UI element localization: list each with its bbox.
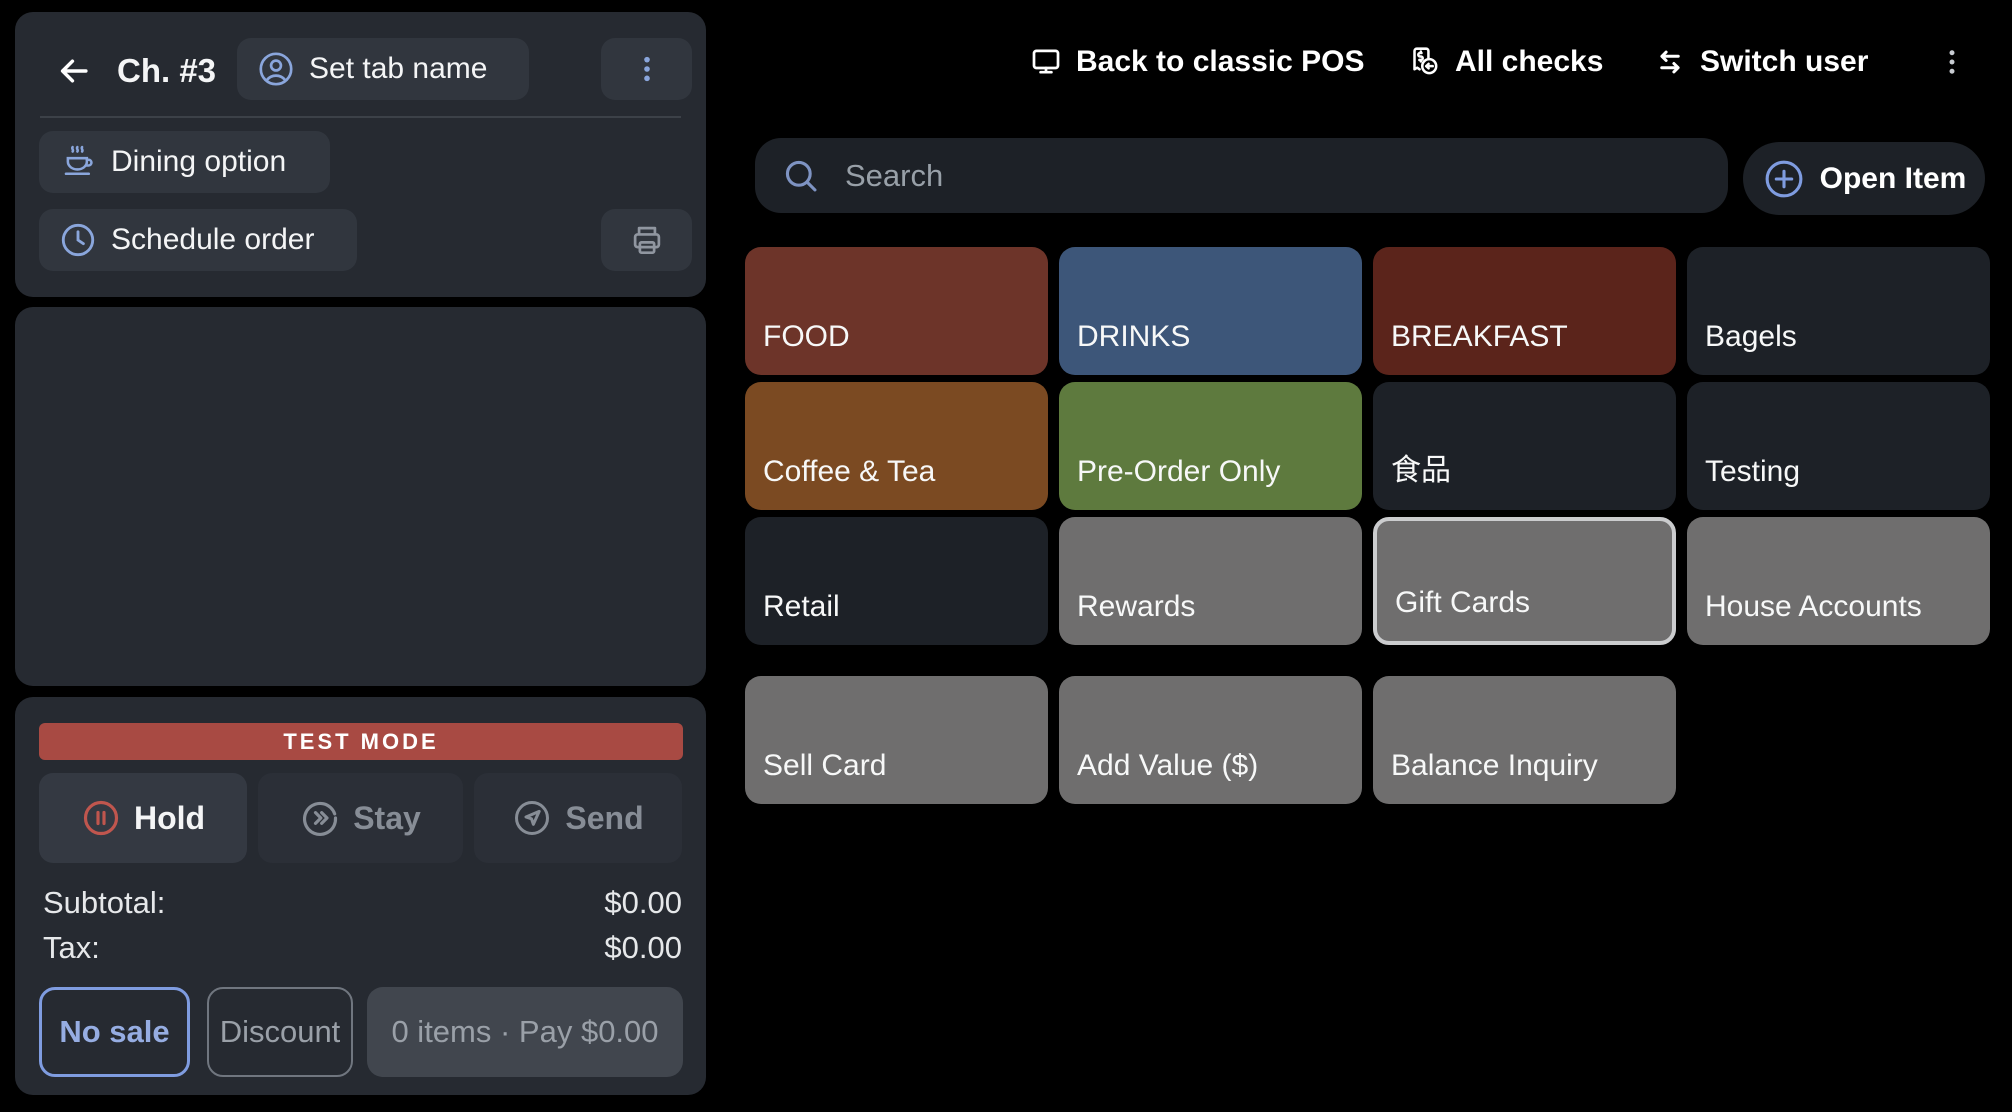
gift-card-action-add-value[interactable]: Add Value ($) xyxy=(1059,676,1362,804)
stay-label: Stay xyxy=(353,799,421,836)
back-to-classic-pos-button[interactable]: Back to classic POS xyxy=(1028,30,1365,94)
arrow-left-icon xyxy=(55,52,93,90)
search-bar xyxy=(755,138,1728,213)
dining-option-label: Dining option xyxy=(111,145,287,178)
swap-arrows-icon xyxy=(1652,44,1688,80)
send-circle-icon xyxy=(512,798,552,838)
set-tab-name-button[interactable]: Set tab name xyxy=(237,38,529,100)
printer-icon xyxy=(628,221,666,259)
tile-label: Balance Inquiry xyxy=(1391,749,1598,782)
category-tile-house-accounts[interactable]: House Accounts xyxy=(1687,517,1990,645)
tile-label: BREAKFAST xyxy=(1391,320,1568,353)
clock-icon xyxy=(59,221,97,259)
all-checks-label: All checks xyxy=(1455,45,1604,78)
tile-label: 食品 xyxy=(1391,454,1451,487)
tile-label: Rewards xyxy=(1077,590,1196,623)
tile-label: Add Value ($) xyxy=(1077,749,1259,782)
receipt-refund-icon xyxy=(1405,43,1443,81)
category-tile-breakfast[interactable]: BREAKFAST xyxy=(1373,247,1676,375)
person-circle-icon xyxy=(257,50,295,88)
category-tile-tile[interactable]: 食品 xyxy=(1373,382,1676,510)
schedule-order-label: Schedule order xyxy=(111,223,315,256)
category-tile-retail[interactable]: Retail xyxy=(745,517,1048,645)
tax-value: $0.00 xyxy=(604,930,682,965)
tile-label: Retail xyxy=(763,590,840,623)
set-tab-name-label: Set tab name xyxy=(309,52,488,85)
steaming-cup-icon xyxy=(59,143,97,181)
open-item-button[interactable]: Open Item xyxy=(1743,142,1985,215)
schedule-order-button[interactable]: Schedule order xyxy=(39,209,357,271)
tile-label: DRINKS xyxy=(1077,320,1191,353)
tile-label: House Accounts xyxy=(1705,590,1922,623)
header-divider xyxy=(40,116,681,118)
tile-label: Coffee & Tea xyxy=(763,455,936,488)
no-sale-button[interactable]: No sale xyxy=(39,987,190,1077)
back-to-classic-pos-label: Back to classic POS xyxy=(1076,45,1365,78)
check-menu-button[interactable] xyxy=(601,38,692,100)
category-grid: FOOD DRINKS BREAKFAST Bagels Coffee & Tea Pre… xyxy=(745,247,1990,645)
chevrons-circle-icon xyxy=(300,798,340,838)
tile-label: Testing xyxy=(1705,455,1801,488)
discount-button[interactable]: Discount xyxy=(207,987,353,1077)
order-actions-row: Hold Stay Send xyxy=(39,773,682,863)
subtotal-value: $0.00 xyxy=(604,885,682,920)
back-button[interactable] xyxy=(51,48,97,94)
search-input[interactable] xyxy=(843,156,1718,195)
monitor-icon xyxy=(1028,44,1064,80)
pause-circle-icon xyxy=(81,798,121,838)
category-tile-pre-order-only[interactable]: Pre-Order Only xyxy=(1059,382,1362,510)
category-tile-gift-cards[interactable]: Gift Cards xyxy=(1373,517,1676,645)
tile-label: Gift Cards xyxy=(1395,586,1531,619)
category-tile-coffee-tea[interactable]: Coffee & Tea xyxy=(745,382,1048,510)
hold-label: Hold xyxy=(133,799,206,836)
send-button[interactable]: Send xyxy=(474,773,682,863)
category-tile-bagels[interactable]: Bagels xyxy=(1687,247,1990,375)
category-tile-drinks[interactable]: DRINKS xyxy=(1059,247,1362,375)
subtotal-label: Subtotal: xyxy=(43,885,166,920)
check-summary-card: TEST MODE Hold Stay Send Subtotal: $0.00… xyxy=(15,697,706,1095)
order-items-area xyxy=(15,307,706,686)
hold-button[interactable]: Hold xyxy=(39,773,247,863)
test-mode-banner: TEST MODE xyxy=(39,723,683,760)
plus-circle-icon xyxy=(1762,157,1806,201)
tax-label: Tax: xyxy=(43,930,100,965)
all-checks-button[interactable]: All checks xyxy=(1405,30,1603,94)
tile-label: Bagels xyxy=(1705,320,1797,353)
category-tile-rewards[interactable]: Rewards xyxy=(1059,517,1362,645)
tile-label: Sell Card xyxy=(763,749,887,782)
menu-overflow-button[interactable] xyxy=(1932,30,1972,94)
gift-card-action-balance-inquiry[interactable]: Balance Inquiry xyxy=(1373,676,1676,804)
pay-button[interactable]: 0 items · Pay $0.00 xyxy=(367,987,683,1077)
tile-label: FOOD xyxy=(763,320,850,353)
subtotal-row: Subtotal: $0.00 xyxy=(43,885,682,921)
kebab-menu-icon xyxy=(631,53,663,85)
tax-row: Tax: $0.00 xyxy=(43,930,682,966)
switch-user-button[interactable]: Switch user xyxy=(1652,30,1868,94)
kebab-menu-icon xyxy=(1937,47,1967,77)
pos-app: Ch. #3 Set tab name Dining option Schedu… xyxy=(0,0,2012,1112)
gift-card-action-sell-card[interactable]: Sell Card xyxy=(745,676,1048,804)
print-button[interactable] xyxy=(601,209,692,271)
category-tile-testing[interactable]: Testing xyxy=(1687,382,1990,510)
switch-user-label: Switch user xyxy=(1700,45,1869,78)
category-tile-food[interactable]: FOOD xyxy=(745,247,1048,375)
open-item-label: Open Item xyxy=(1819,161,1967,195)
check-header-card: Ch. #3 Set tab name Dining option Schedu… xyxy=(15,12,706,297)
tile-label: Pre-Order Only xyxy=(1077,455,1281,488)
dining-option-button[interactable]: Dining option xyxy=(39,131,330,193)
gift-card-actions-grid: Sell Card Add Value ($) Balance Inquiry xyxy=(745,676,1990,804)
check-title: Ch. #3 xyxy=(117,52,217,89)
send-label: Send xyxy=(565,799,644,836)
stay-button[interactable]: Stay xyxy=(258,773,463,863)
check-footer-buttons: No sale Discount 0 items · Pay $0.00 xyxy=(39,987,683,1077)
search-icon xyxy=(779,154,823,198)
